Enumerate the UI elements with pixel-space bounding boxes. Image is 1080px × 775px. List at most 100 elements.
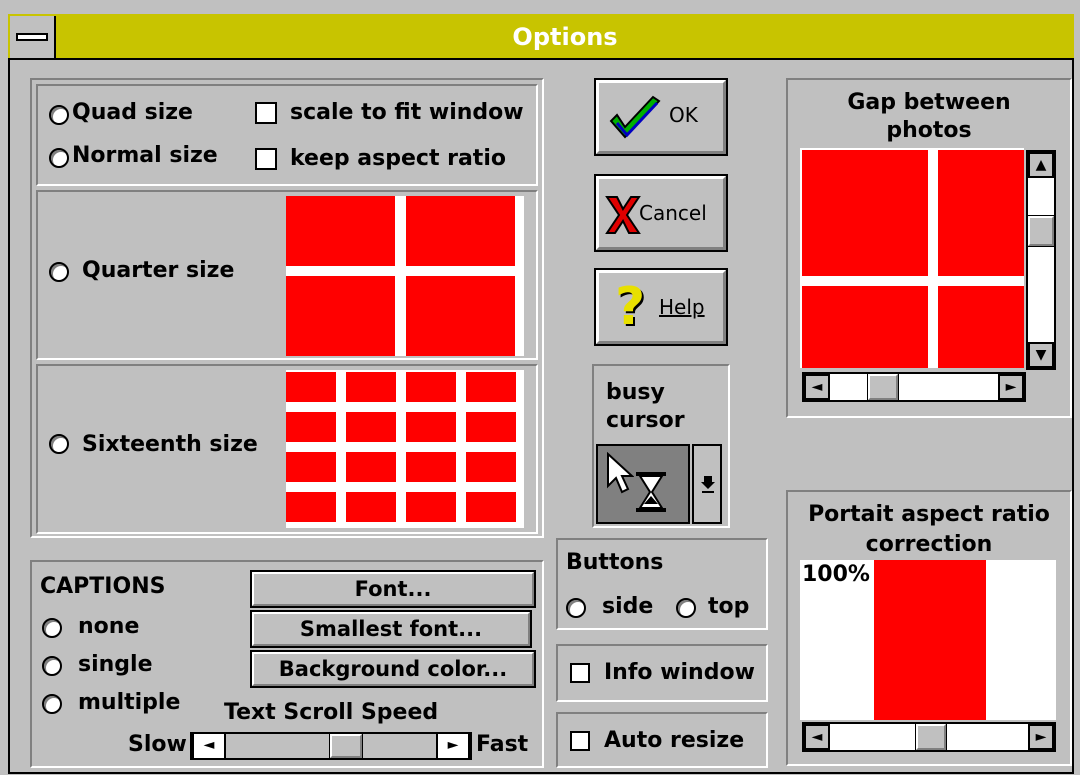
preview-tile (286, 372, 336, 402)
preview-tile (346, 492, 396, 522)
buttons-top-radio[interactable] (676, 598, 696, 618)
help-button[interactable]: ? Help (596, 270, 726, 344)
preview-tile (286, 196, 395, 266)
caption-none-label: none (78, 614, 140, 639)
busy-cursor-dropdown-button[interactable] (692, 444, 722, 524)
buttons-top-label: top (708, 594, 750, 619)
scroll-left-arrow-icon[interactable]: ◄ (804, 724, 830, 750)
portrait-horizontal-thumb[interactable] (916, 724, 946, 750)
sixteenth-size-radio[interactable] (49, 434, 69, 454)
scroll-right-arrow-icon[interactable]: ► (436, 732, 470, 760)
sixteenth-size-label: Sixteenth size (82, 432, 258, 457)
hourglass-icon (636, 472, 666, 512)
info-window-checkbox[interactable] (570, 663, 590, 683)
scroll-right-arrow-icon[interactable]: ► (1028, 724, 1054, 750)
normal-size-label: Normal size (72, 143, 218, 168)
gap-title-line1: Gap between (847, 90, 1011, 115)
scroll-right-arrow-icon[interactable]: ► (998, 374, 1024, 400)
scroll-left-arrow-icon[interactable]: ◄ (804, 374, 830, 400)
preview-tile (466, 372, 516, 402)
down-arrow-icon (701, 476, 715, 493)
quarter-size-label: Quarter size (82, 258, 235, 283)
buttons-side-radio[interactable] (566, 598, 586, 618)
preview-tile (286, 276, 395, 356)
preview-tile (406, 412, 456, 442)
gap-horizontal-thumb[interactable] (868, 374, 898, 400)
preview-tile (346, 412, 396, 442)
window-title: Options (512, 23, 618, 51)
preview-tile (406, 372, 456, 402)
captions-heading: CAPTIONS (40, 574, 166, 599)
sixteenth-size-preview (286, 370, 524, 528)
quarter-size-radio[interactable] (49, 262, 69, 282)
ok-button[interactable]: OK (596, 80, 726, 154)
auto-resize-label: Auto resize (604, 728, 745, 753)
buttons-side-label: side (602, 594, 654, 619)
scroll-speed-label: Text Scroll Speed (224, 700, 439, 725)
busy-cursor-select[interactable] (596, 444, 726, 524)
preview-tile (346, 452, 396, 482)
checkmark-icon (609, 95, 661, 139)
scale-to-fit-label: scale to fit window (290, 100, 524, 125)
system-menu-button[interactable] (10, 16, 56, 58)
fast-label: Fast (476, 732, 529, 757)
quad-size-radio[interactable] (49, 105, 69, 125)
preview-tile (802, 150, 928, 276)
preview-tile (286, 412, 336, 442)
ok-label: OK (669, 103, 698, 127)
caption-single-label: single (78, 652, 153, 677)
preview-tile (802, 286, 928, 368)
red-x-icon (605, 196, 641, 234)
keep-aspect-label: keep aspect ratio (290, 146, 506, 171)
font-button[interactable]: Font... (252, 572, 534, 606)
portrait-horizontal-scrollbar[interactable]: ◄ ► (802, 722, 1056, 752)
cursor-icon (607, 452, 634, 494)
preview-tile (466, 492, 516, 522)
gap-vertical-scrollbar[interactable]: ▲ ▼ (1026, 150, 1056, 370)
buttons-position-heading: Buttons (566, 550, 664, 575)
keep-aspect-checkbox[interactable] (255, 148, 277, 170)
gap-title-line2: photos (886, 118, 972, 143)
portrait-title-line2: correction (865, 532, 993, 557)
help-label: Help (659, 295, 705, 319)
gap-vertical-thumb[interactable] (1028, 216, 1054, 246)
preview-tile (346, 372, 396, 402)
scroll-down-arrow-icon[interactable]: ▼ (1028, 342, 1054, 368)
preview-tile (286, 492, 336, 522)
preview-tile (286, 452, 336, 482)
preview-tile (938, 150, 1024, 276)
question-mark-icon: ? (615, 277, 646, 337)
gap-horizontal-scrollbar[interactable]: ◄ ► (802, 372, 1026, 402)
busy-cursor-label-line2: cursor (606, 408, 685, 433)
scroll-speed-slider[interactable]: ◄ ► (190, 732, 472, 760)
preview-tile (938, 286, 1024, 368)
caption-none-radio[interactable] (42, 618, 62, 638)
cancel-button[interactable]: Cancel (596, 176, 726, 250)
auto-resize-checkbox[interactable] (570, 731, 590, 751)
scroll-speed-thumb[interactable] (330, 734, 362, 758)
scroll-up-arrow-icon[interactable]: ▲ (1028, 152, 1054, 178)
normal-size-radio[interactable] (49, 148, 69, 168)
preview-tile (406, 196, 515, 266)
quarter-size-preview (286, 196, 524, 356)
preview-tile (406, 276, 515, 356)
quad-size-label: Quad size (72, 100, 193, 125)
preview-tile (406, 452, 456, 482)
preview-tile (466, 412, 516, 442)
gap-preview (800, 148, 1024, 368)
scroll-left-arrow-icon[interactable]: ◄ (192, 732, 226, 760)
background-color-button[interactable]: Background color... (252, 652, 534, 686)
scale-to-fit-checkbox[interactable] (255, 102, 277, 124)
caption-multiple-label: multiple (78, 690, 181, 715)
caption-single-radio[interactable] (42, 656, 62, 676)
preview-tile (406, 492, 456, 522)
slow-label: Slow (128, 732, 187, 757)
portrait-value: 100% (802, 562, 870, 587)
info-window-label: Info window (604, 660, 755, 685)
portrait-preview-bar (874, 560, 986, 720)
smallest-font-button[interactable]: Smallest font... (252, 612, 530, 646)
busy-cursor-label-line1: busy (606, 380, 665, 405)
caption-multiple-radio[interactable] (42, 694, 62, 714)
system-menu-icon (16, 33, 48, 41)
portrait-preview: 100% (800, 560, 1056, 720)
